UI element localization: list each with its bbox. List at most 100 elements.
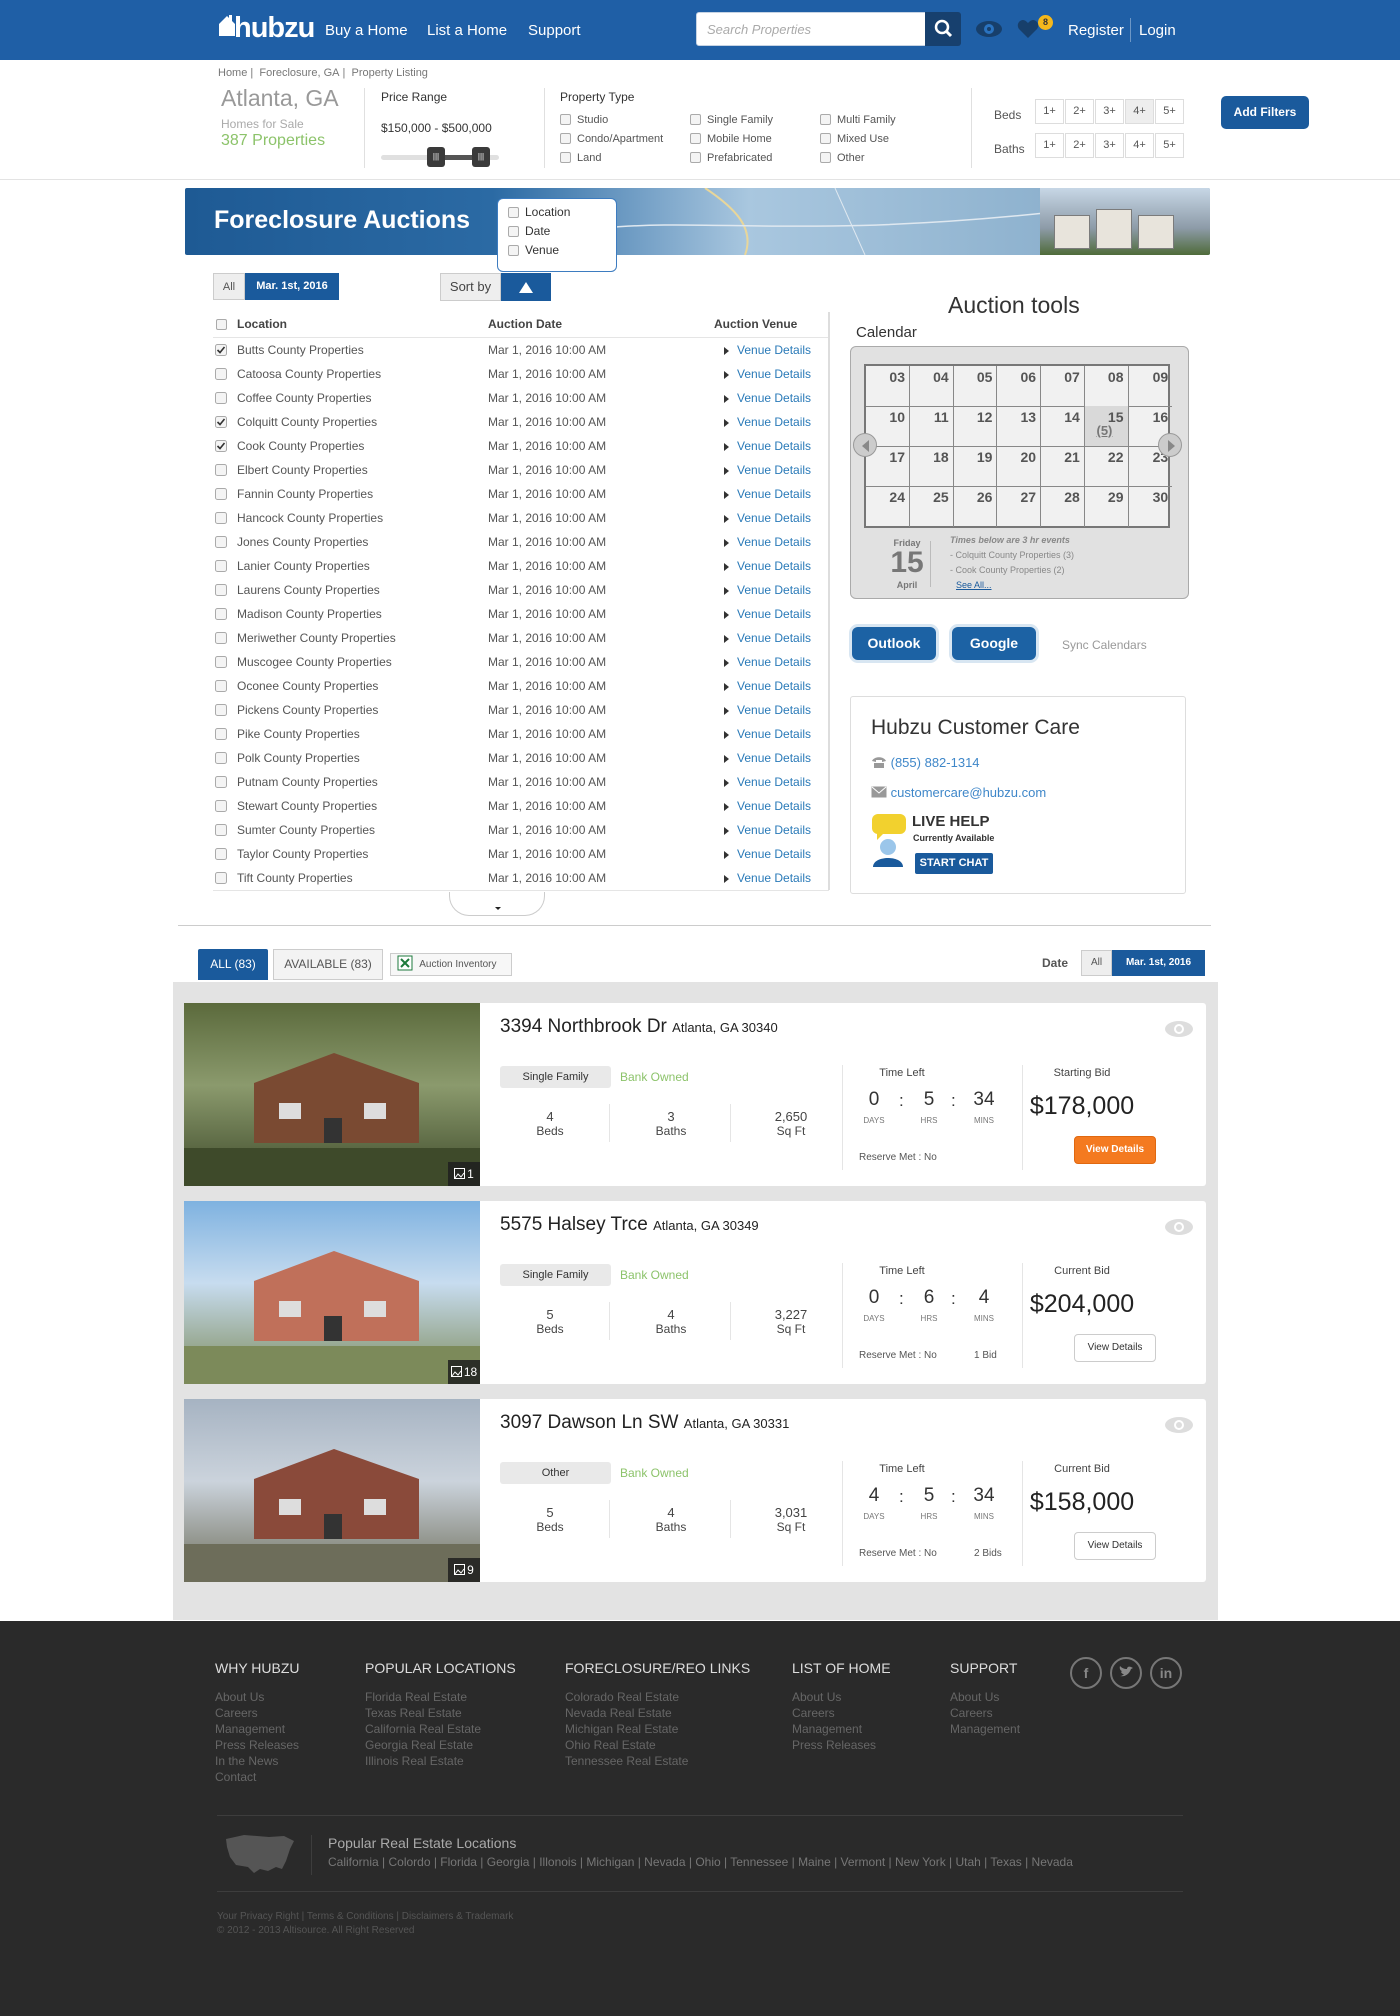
calendar-prev-button[interactable] xyxy=(853,433,877,457)
beds-4-button[interactable]: 4+ xyxy=(1125,99,1154,124)
baths-3-button[interactable]: 3+ xyxy=(1095,133,1124,158)
auction-row[interactable]: Madison County Properties Mar 1, 2016 10:… xyxy=(213,602,829,626)
auction-row[interactable]: Butts County Properties Mar 1, 2016 10:00… xyxy=(213,338,829,362)
property-card[interactable]: 1 3394 Northbrook Dr Atlanta, GA 30340 Sin… xyxy=(184,1003,1206,1186)
watch-eye-icon[interactable] xyxy=(1164,1217,1194,1237)
slider-min-handle[interactable]: ||| xyxy=(427,147,445,167)
property-address[interactable]: 5575 Halsey Trce Atlanta, GA 30349 xyxy=(500,1214,759,1236)
venue-details-link[interactable]: Venue Details xyxy=(737,727,811,741)
venue-details-link[interactable]: Venue Details xyxy=(737,631,811,645)
calendar-next-button[interactable] xyxy=(1158,433,1182,457)
auction-filter-date[interactable]: Mar. 1st, 2016 xyxy=(245,273,339,300)
property-address[interactable]: 3097 Dawson Ln SW Atlanta, GA 30331 xyxy=(500,1412,789,1434)
calendar-day[interactable]: 21 xyxy=(1040,446,1085,487)
venue-details-link[interactable]: Venue Details xyxy=(737,367,811,381)
calendar-day[interactable]: 24 xyxy=(866,486,910,527)
venue-details-link[interactable]: Venue Details xyxy=(737,343,811,357)
footer-link[interactable]: Ohio Real Estate xyxy=(565,1737,656,1753)
event-count-link[interactable]: (5) xyxy=(1097,423,1113,438)
watch-eye-icon[interactable] xyxy=(1164,1019,1194,1039)
footer-link[interactable]: Careers xyxy=(950,1705,993,1721)
event-item[interactable]: - Cook County Properties (2) xyxy=(950,565,1065,575)
row-checkbox[interactable] xyxy=(215,776,227,791)
calendar-day[interactable]: 20 xyxy=(997,446,1042,487)
nav-buy-a-home[interactable]: Buy a Home xyxy=(325,22,408,39)
login-link[interactable]: Login xyxy=(1139,22,1176,39)
type-studio-checkbox[interactable]: Studio xyxy=(560,114,608,126)
footer-link[interactable]: Contact xyxy=(215,1769,256,1785)
row-checkbox[interactable] xyxy=(215,704,227,719)
auction-row[interactable]: Pike County Properties Mar 1, 2016 10:00 … xyxy=(213,722,829,746)
calendar-day[interactable]: 27 xyxy=(997,486,1042,527)
row-checkbox[interactable] xyxy=(215,440,227,455)
auction-row[interactable]: Elbert County Properties Mar 1, 2016 10:0… xyxy=(213,458,829,482)
breadcrumb-foreclosure[interactable]: Foreclosure, GA xyxy=(259,67,339,79)
beds-2-button[interactable]: 2+ xyxy=(1065,99,1094,124)
table-scrollbar[interactable] xyxy=(828,312,830,890)
row-checkbox[interactable] xyxy=(215,800,227,815)
calendar-day[interactable]: 11 xyxy=(909,406,954,447)
footer-link[interactable]: About Us xyxy=(215,1689,264,1705)
type-mixed-use-checkbox[interactable]: Mixed Use xyxy=(820,133,889,145)
facebook-icon[interactable]: f xyxy=(1070,1657,1102,1689)
see-all-link[interactable]: See All... xyxy=(956,580,992,590)
footer-link[interactable]: California Real Estate xyxy=(365,1721,481,1737)
footer-link[interactable]: About Us xyxy=(792,1689,841,1705)
calendar-day[interactable]: 25 xyxy=(910,486,954,527)
auction-row[interactable]: Taylor County Properties Mar 1, 2016 10:0… xyxy=(213,842,829,866)
venue-details-link[interactable]: Venue Details xyxy=(737,799,811,813)
auction-row[interactable]: Stewart County Properties Mar 1, 2016 10:… xyxy=(213,794,829,818)
property-address[interactable]: 3394 Northbrook Dr Atlanta, GA 30340 xyxy=(500,1016,778,1038)
calendar-day[interactable]: 26 xyxy=(953,486,998,527)
slider-max-handle[interactable]: ||| xyxy=(472,147,490,167)
calendar-day[interactable]: 05 xyxy=(953,366,998,407)
auction-row[interactable]: Catoosa County Properties Mar 1, 2016 10:… xyxy=(213,362,829,386)
property-photo[interactable]: 1 xyxy=(184,1003,480,1186)
view-details-button[interactable]: View Details xyxy=(1074,1532,1156,1560)
sort-option-location[interactable]: Location xyxy=(508,205,606,224)
search-input[interactable]: Search Properties xyxy=(696,12,926,46)
footer-link[interactable]: About Us xyxy=(950,1689,999,1705)
venue-details-link[interactable]: Venue Details xyxy=(737,703,811,717)
google-button[interactable]: Google xyxy=(952,627,1036,660)
property-photo[interactable]: 9 xyxy=(184,1399,480,1582)
calendar-day[interactable]: 09 xyxy=(1128,366,1173,407)
baths-2-button[interactable]: 2+ xyxy=(1065,133,1094,158)
email-link[interactable]: customercare@hubzu.com xyxy=(871,785,1046,800)
row-checkbox[interactable] xyxy=(215,632,227,647)
tab-all[interactable]: ALL (83) xyxy=(198,949,268,980)
calendar-day[interactable]: 18 xyxy=(909,446,954,487)
type-other-checkbox[interactable]: Other xyxy=(820,152,865,164)
row-checkbox[interactable] xyxy=(215,824,227,839)
col-date-header[interactable]: Auction Date xyxy=(488,317,562,331)
auction-filter-all[interactable]: All xyxy=(213,273,245,300)
venue-details-link[interactable]: Venue Details xyxy=(737,559,811,573)
watch-eye-icon[interactable] xyxy=(1164,1415,1194,1435)
footer-link[interactable]: Management xyxy=(792,1721,862,1737)
col-location-header[interactable]: Location xyxy=(237,317,287,331)
type-condo-checkbox[interactable]: Condo/Apartment xyxy=(560,133,663,145)
row-checkbox[interactable] xyxy=(215,848,227,863)
venue-details-link[interactable]: Venue Details xyxy=(737,463,811,477)
calendar-day[interactable]: 14 xyxy=(1040,406,1085,447)
calendar-day[interactable]: 04 xyxy=(909,366,954,407)
calendar-day[interactable]: 06 xyxy=(997,366,1042,407)
row-checkbox[interactable] xyxy=(215,560,227,575)
beds-5-button[interactable]: 5+ xyxy=(1155,99,1184,124)
type-prefabricated-checkbox[interactable]: Prefabricated xyxy=(690,152,772,164)
linkedin-icon[interactable]: in xyxy=(1150,1657,1182,1689)
sort-option-date[interactable]: Date xyxy=(508,224,606,243)
eye-icon[interactable] xyxy=(975,16,1003,45)
auction-row[interactable]: Colquitt County Properties Mar 1, 2016 10… xyxy=(213,410,829,434)
row-checkbox[interactable] xyxy=(215,872,227,887)
row-checkbox[interactable] xyxy=(215,344,227,359)
venue-details-link[interactable]: Venue Details xyxy=(737,679,811,693)
heart-icon[interactable] xyxy=(1017,19,1039,42)
footer-link[interactable]: Texas Real Estate xyxy=(365,1705,462,1721)
type-single-family-checkbox[interactable]: Single Family xyxy=(690,114,773,126)
row-checkbox[interactable] xyxy=(215,752,227,767)
sort-option-venue[interactable]: Venue xyxy=(508,243,606,262)
add-filters-button[interactable]: Add Filters xyxy=(1221,96,1309,129)
footer-link[interactable]: Michigan Real Estate xyxy=(565,1721,678,1737)
auction-row[interactable]: Meriwether County Properties Mar 1, 2016 … xyxy=(213,626,829,650)
